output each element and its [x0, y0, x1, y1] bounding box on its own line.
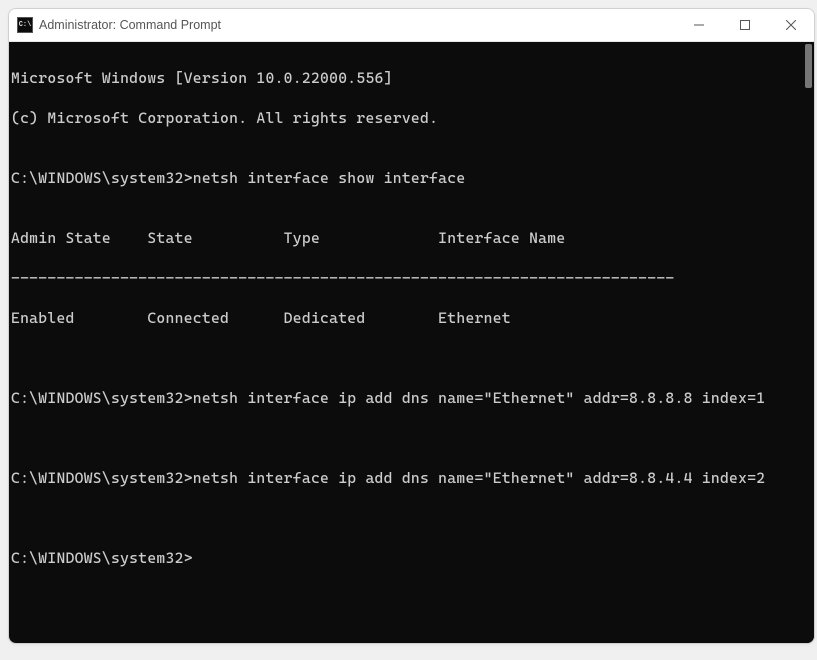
- scrollbar[interactable]: [802, 42, 814, 643]
- minimize-button[interactable]: [676, 9, 722, 41]
- command-line: C:\WINDOWS\system32>netsh interface ip a…: [11, 468, 802, 488]
- terminal-output[interactable]: Microsoft Windows [Version 10.0.22000.55…: [9, 42, 802, 643]
- command-line: C:\WINDOWS\system32>netsh interface ip a…: [11, 388, 802, 408]
- prompt-ready: C:\WINDOWS\system32>: [11, 548, 802, 568]
- command-text: netsh interface ip add dns name="Etherne…: [193, 389, 766, 407]
- interface-table-header: Admin State State Type Interface Name: [11, 228, 802, 248]
- interface-table-divider: ----------------------------------------…: [11, 268, 802, 288]
- command-prompt-window: C:\ Administrator: Command Prompt Micros…: [8, 8, 815, 644]
- banner-line: Microsoft Windows [Version 10.0.22000.55…: [11, 68, 802, 88]
- terminal-area[interactable]: Microsoft Windows [Version 10.0.22000.55…: [9, 42, 814, 643]
- window-controls: [676, 9, 814, 41]
- interface-table-row: Enabled Connected Dedicated Ethernet: [11, 308, 802, 328]
- maximize-button[interactable]: [722, 9, 768, 41]
- minimize-icon: [694, 20, 704, 30]
- cmd-icon-label: C:\: [19, 21, 32, 29]
- command-line: C:\WINDOWS\system32>netsh interface show…: [11, 168, 802, 188]
- command-text: netsh interface ip add dns name="Etherne…: [193, 469, 766, 487]
- close-button[interactable]: [768, 9, 814, 41]
- maximize-icon: [740, 20, 750, 30]
- prompt-path: C:\WINDOWS\system32>: [11, 169, 193, 187]
- cmd-icon: C:\: [17, 17, 33, 33]
- close-icon: [786, 20, 796, 30]
- banner-line: (c) Microsoft Corporation. All rights re…: [11, 108, 802, 128]
- prompt-path: C:\WINDOWS\system32>: [11, 469, 193, 487]
- scroll-thumb[interactable]: [805, 44, 812, 88]
- window-title: Administrator: Command Prompt: [39, 18, 676, 32]
- prompt-path: C:\WINDOWS\system32>: [11, 389, 193, 407]
- command-text: netsh interface show interface: [193, 169, 466, 187]
- titlebar[interactable]: C:\ Administrator: Command Prompt: [9, 9, 814, 42]
